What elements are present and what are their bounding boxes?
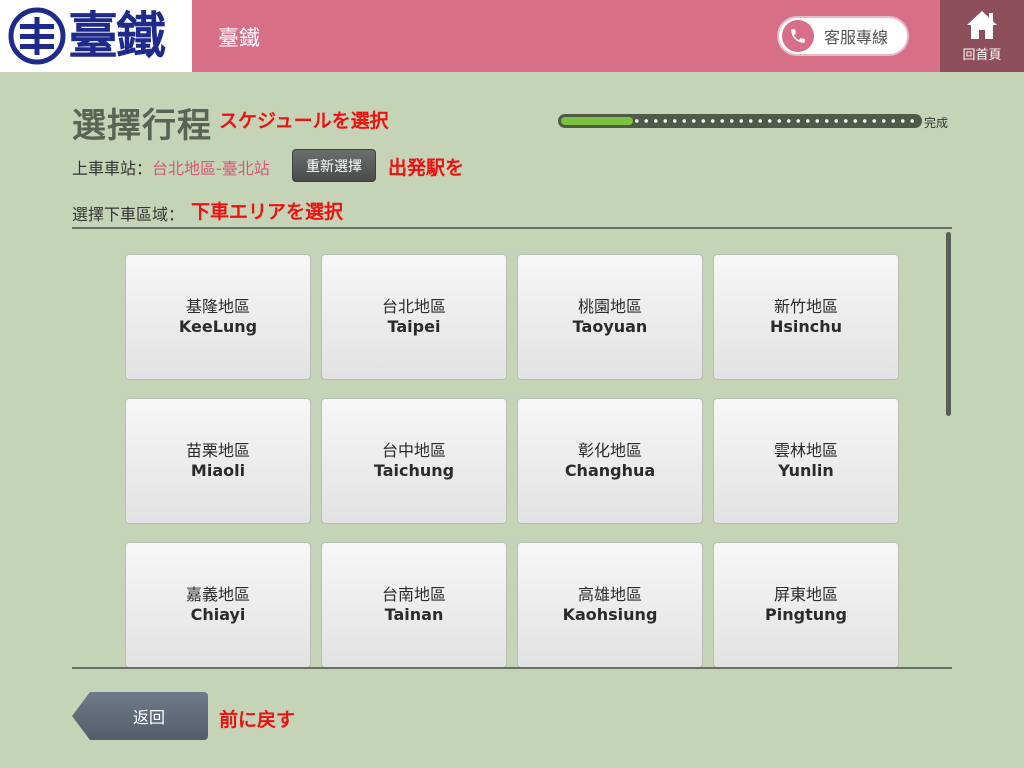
progress-end-label: 完成	[924, 116, 949, 130]
region-tile[interactable]: 高雄地區 Kaohsiung	[517, 542, 703, 667]
departure-value: 台北地區-臺北站	[152, 159, 270, 178]
region-name-en: Tainan	[384, 605, 444, 624]
region-tile[interactable]: 台中地區 Taichung	[321, 398, 507, 524]
region-name-en: Changhua	[564, 461, 656, 480]
arrival-area-annotation: 下車エリアを選択	[191, 201, 344, 223]
region-tile[interactable]: 彰化地區 Changhua	[517, 398, 703, 524]
region-name-zh: 台中地區	[381, 441, 446, 460]
top-divider	[72, 227, 952, 229]
region-name-zh: 苗栗地區	[185, 441, 250, 460]
scrollbar[interactable]	[946, 232, 951, 416]
region-name-zh: 雲林地區	[773, 441, 838, 460]
region-tile[interactable]: 嘉義地區 Chiayi	[125, 542, 311, 667]
region-tile[interactable]: 新竹地區 Hsinchu	[713, 254, 899, 380]
logo-text: 臺鐵	[68, 6, 166, 65]
progress-steps	[632, 119, 918, 123]
phone-icon	[782, 20, 814, 52]
region-name-zh: 台北地區	[381, 297, 446, 316]
region-name-en: Pingtung	[765, 605, 847, 624]
region-name-en: Taichung	[373, 461, 455, 480]
region-name-en: Yunlin	[778, 461, 834, 480]
region-name-en: Kaohsiung	[562, 605, 658, 624]
departure-annotation: 出発駅を	[388, 157, 465, 179]
region-name-en: Miaoli	[190, 461, 246, 480]
region-name-zh: 嘉義地區	[185, 585, 250, 604]
region-tile[interactable]: 桃園地區 Taoyuan	[517, 254, 703, 380]
region-name-en: Chiayi	[190, 605, 246, 624]
region-name-zh: 新竹地區	[773, 297, 838, 316]
back-button[interactable]: 返回	[72, 692, 208, 740]
region-tile[interactable]: 台北地區 Taipei	[321, 254, 507, 380]
departure-station: 上車車站：台北地區-臺北站	[72, 155, 270, 179]
region-tile[interactable]: 基隆地區 KeeLung	[125, 254, 311, 380]
region-name-zh: 桃園地區	[577, 297, 642, 316]
region-name-en: KeeLung	[178, 317, 258, 336]
region-name-zh: 高雄地區	[577, 585, 642, 604]
header-bar: 臺鐵 臺鐵 客服專線 回首頁	[0, 0, 1024, 72]
back-annotation: 前に戻す	[219, 709, 296, 731]
hotline-label: 客服專線	[824, 28, 889, 47]
region-name-en: Taipei	[387, 317, 441, 336]
region-name-zh: 屏東地區	[773, 585, 838, 604]
logo: 臺鐵	[0, 0, 192, 72]
region-name-zh: 彰化地區	[577, 441, 642, 460]
title-annotation: スケジュールを選択	[219, 110, 389, 132]
region-name-zh: 基隆地區	[185, 297, 250, 316]
home-label: 回首頁	[962, 47, 1002, 63]
header-title: 臺鐵	[218, 26, 260, 50]
bottom-divider	[72, 667, 952, 669]
region-name-zh: 台南地區	[381, 585, 446, 604]
region-tile[interactable]: 屏東地區 Pingtung	[713, 542, 899, 667]
page-title: 選擇行程	[72, 106, 212, 146]
region-tile[interactable]: 雲林地區 Yunlin	[713, 398, 899, 524]
railway-emblem-icon	[8, 7, 66, 65]
progress-fill	[561, 117, 633, 125]
reselect-button[interactable]: 重新選擇	[292, 149, 376, 182]
departure-label: 上車車站：	[72, 159, 153, 178]
region-grid[interactable]: 基隆地區 KeeLung 台北地區 Taipei 桃園地區 Taoyuan 新竹地區 Hsin…	[72, 230, 952, 667]
region-name-en: Taoyuan	[572, 317, 648, 336]
arrival-area-label: 選擇下車區域：	[72, 205, 185, 224]
home-button[interactable]: 回首頁	[940, 0, 1024, 72]
home-icon	[967, 10, 997, 39]
customer-hotline-button[interactable]: 客服專線	[777, 16, 909, 56]
region-tile[interactable]: 苗栗地區 Miaoli	[125, 398, 311, 524]
region-tile[interactable]: 台南地區 Tainan	[321, 542, 507, 667]
region-name-en: Hsinchu	[769, 317, 843, 336]
